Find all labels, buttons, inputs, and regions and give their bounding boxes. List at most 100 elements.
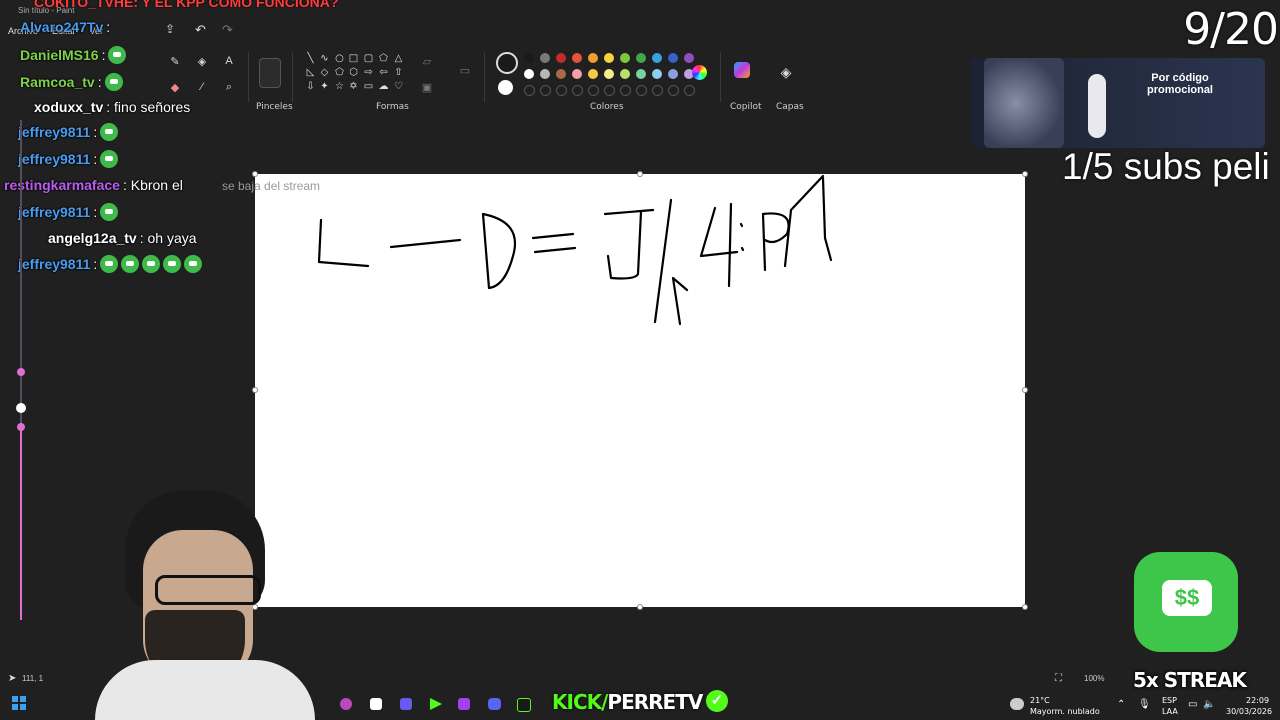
slider-thumb[interactable] [17, 423, 25, 431]
arrow-left-shape-icon[interactable]: ⇦ [378, 67, 389, 78]
custom-color-slot[interactable] [652, 85, 663, 96]
color-swatch[interactable] [572, 69, 582, 79]
arrow-up-shape-icon[interactable]: ⇧ [393, 67, 404, 78]
weather-icon[interactable] [1010, 698, 1024, 710]
chat-username[interactable]: xoduxx_tv [34, 99, 103, 115]
drawing-canvas[interactable] [253, 172, 1027, 609]
fill-icon[interactable]: ◈ [195, 54, 209, 68]
color-swatch[interactable] [636, 69, 646, 79]
arrow-right-shape-icon[interactable]: ⇨ [363, 67, 374, 78]
oval-shape-icon[interactable]: ○ [334, 53, 345, 64]
color-swatch[interactable] [524, 53, 534, 63]
color-swatch[interactable] [588, 53, 598, 63]
copilot-icon[interactable] [734, 62, 750, 78]
color-swatch[interactable] [572, 53, 582, 63]
custom-color-slot[interactable] [636, 85, 647, 96]
custom-color-slot[interactable] [572, 85, 583, 96]
cloud-shape-icon[interactable]: ☁ [378, 81, 389, 92]
color-swatch[interactable] [524, 69, 534, 79]
color-swatch[interactable] [540, 69, 550, 79]
color-swatch[interactable] [604, 69, 614, 79]
color-swatch[interactable] [636, 53, 646, 63]
right-triangle-shape-icon[interactable]: ◺ [305, 67, 316, 78]
chat-username[interactable]: jeffrey9811 [18, 204, 90, 220]
custom-color-slot[interactable] [556, 85, 567, 96]
app-icon[interactable] [517, 698, 531, 712]
custom-color-slot[interactable] [524, 85, 535, 96]
resize-handle[interactable] [253, 388, 257, 392]
mic-icon[interactable]: 🎙 [1138, 699, 1151, 710]
clock-date[interactable]: 30/03/2026 [1226, 707, 1272, 716]
color-swatch[interactable] [668, 53, 678, 63]
color-swatch[interactable] [620, 69, 630, 79]
chat-username[interactable]: DanielMS16 [20, 47, 99, 63]
color-swatch[interactable] [652, 69, 662, 79]
lang2[interactable]: LAA [1162, 707, 1178, 716]
clock-time[interactable]: 22:09 [1246, 696, 1269, 705]
resize-handle[interactable] [253, 172, 257, 176]
text-icon[interactable]: A [222, 54, 236, 68]
brush-button[interactable] [259, 58, 281, 88]
star6-shape-icon[interactable]: ✡ [348, 81, 359, 92]
resize-handle[interactable] [638, 172, 642, 176]
primary-color[interactable] [496, 52, 518, 74]
chat-username[interactable]: jeffrey9811 [18, 124, 90, 140]
chat-username[interactable]: Ramcoa_tv [20, 74, 95, 90]
callout-shape-icon[interactable]: ▭ [363, 81, 374, 92]
chat-username[interactable]: jeffrey9811 [18, 256, 90, 272]
diamond-shape-icon[interactable]: ◇ [319, 67, 330, 78]
custom-color-slot[interactable] [684, 85, 695, 96]
opacity-icon[interactable] [16, 403, 26, 413]
volume-icon[interactable]: 🔈 [1203, 699, 1215, 710]
chat-username[interactable]: Alvaro247Tv [20, 19, 103, 35]
color-swatch[interactable] [588, 69, 598, 79]
app-icon[interactable] [370, 698, 382, 710]
heart-shape-icon[interactable]: ♡ [393, 81, 404, 92]
slider-thumb[interactable] [17, 368, 25, 376]
chat-username[interactable]: angelg12a_tv [48, 230, 137, 246]
color-swatch[interactable] [668, 69, 678, 79]
hexagon-shape-icon[interactable]: ⬡ [348, 67, 359, 78]
color-picker-icon[interactable]: ⁄ [195, 80, 209, 94]
chevron-up-icon[interactable]: ⌃ [1117, 699, 1125, 710]
line-shape-icon[interactable]: ╲ [305, 53, 316, 64]
magnifier-icon[interactable]: ⌕ [222, 80, 236, 94]
polygon-shape-icon[interactable]: ⬠ [378, 53, 389, 64]
rect-shape-icon[interactable]: □ [348, 53, 359, 64]
resize-handle[interactable] [1023, 388, 1027, 392]
app-icon[interactable] [340, 698, 352, 710]
custom-color-slot[interactable] [668, 85, 679, 96]
app-icon[interactable] [400, 698, 412, 710]
color-swatch[interactable] [556, 53, 566, 63]
lang[interactable]: ESP [1162, 696, 1177, 705]
custom-color-slot[interactable] [604, 85, 615, 96]
rounded-rect-shape-icon[interactable]: ▢ [363, 53, 374, 64]
color-swatch[interactable] [540, 53, 550, 63]
color-swatch[interactable] [652, 53, 662, 63]
chat-username[interactable]: jeffrey9811 [18, 151, 90, 167]
pencil-icon[interactable]: ✎ [168, 54, 182, 68]
resize-handle[interactable] [638, 605, 642, 609]
edit-colors-icon[interactable] [692, 65, 707, 80]
secondary-color[interactable] [498, 80, 513, 95]
layers-icon[interactable]: ◈ [779, 64, 793, 80]
app-icon[interactable] [458, 698, 470, 710]
custom-color-slot[interactable] [540, 85, 551, 96]
app-icon[interactable] [430, 698, 442, 710]
fit-icon[interactable]: ⛶ [1055, 673, 1062, 684]
color-swatch[interactable] [604, 53, 614, 63]
custom-color-slot[interactable] [588, 85, 599, 96]
custom-color-slot[interactable] [620, 85, 631, 96]
triangle-shape-icon[interactable]: △ [393, 53, 404, 64]
arrow-down-shape-icon[interactable]: ⇩ [305, 81, 316, 92]
color-swatch[interactable] [684, 53, 694, 63]
color-swatch[interactable] [556, 69, 566, 79]
zoom-level[interactable]: 100% [1084, 674, 1104, 683]
resize-handle[interactable] [1023, 172, 1027, 176]
network-icon[interactable]: ▭ [1188, 699, 1197, 710]
pentagon-shape-icon[interactable]: ⬠ [334, 67, 345, 78]
eraser-icon[interactable]: ◆ [168, 80, 182, 94]
start-icon[interactable] [12, 696, 26, 710]
outline-icon[interactable]: ▱ [420, 54, 434, 68]
fill-style-icon[interactable]: ▣ [420, 80, 434, 94]
